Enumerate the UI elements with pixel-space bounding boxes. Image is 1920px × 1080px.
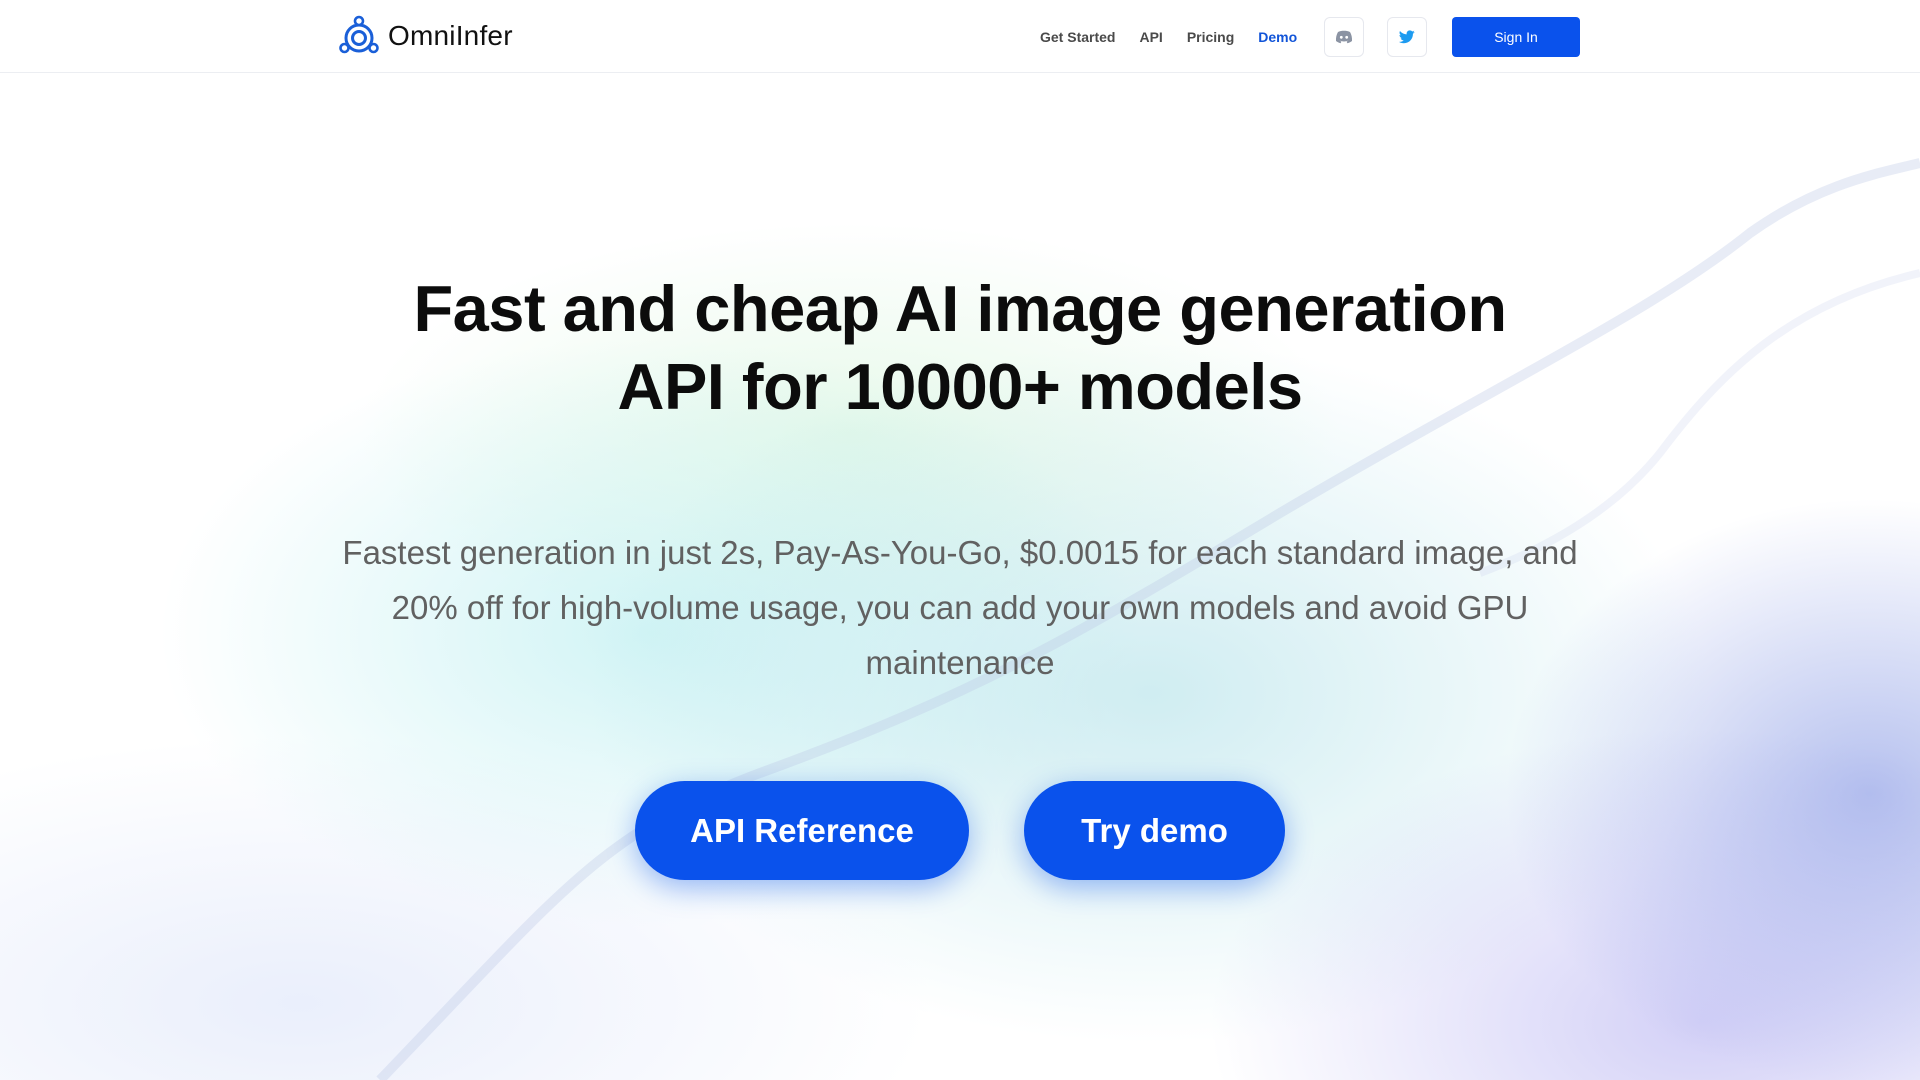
- omniinfer-logo-icon: [339, 15, 379, 54]
- brand[interactable]: OmniInfer: [338, 15, 513, 57]
- hero-title-line-2: API for 10000+ models: [617, 350, 1303, 423]
- brand-name: OmniInfer: [388, 20, 513, 51]
- hero-title: Fast and cheap AI image generation API f…: [260, 270, 1660, 426]
- hero-subtitle: Fastest generation in just 2s, Pay-As-Yo…: [342, 534, 1578, 681]
- twitter-button[interactable]: [1387, 17, 1427, 57]
- nav-demo[interactable]: Demo: [1258, 29, 1297, 45]
- main-nav: Get Started API Pricing Demo: [1040, 0, 1321, 73]
- sign-in-button[interactable]: Sign In: [1452, 17, 1580, 57]
- landing-page: OmniInfer Get Started API Pricing Demo S…: [0, 0, 1920, 1080]
- discord-button[interactable]: [1324, 17, 1364, 57]
- nav-api[interactable]: API: [1139, 29, 1162, 45]
- hero-title-line-1: Fast and cheap AI image generation: [413, 272, 1507, 345]
- nav-pricing[interactable]: Pricing: [1187, 29, 1234, 45]
- discord-icon: [1335, 30, 1353, 44]
- top-navbar: OmniInfer Get Started API Pricing Demo S…: [0, 0, 1920, 73]
- api-reference-button[interactable]: API Reference: [635, 781, 969, 880]
- nav-get-started[interactable]: Get Started: [1040, 29, 1115, 45]
- twitter-icon: [1399, 30, 1415, 44]
- try-demo-button[interactable]: Try demo: [1024, 781, 1285, 880]
